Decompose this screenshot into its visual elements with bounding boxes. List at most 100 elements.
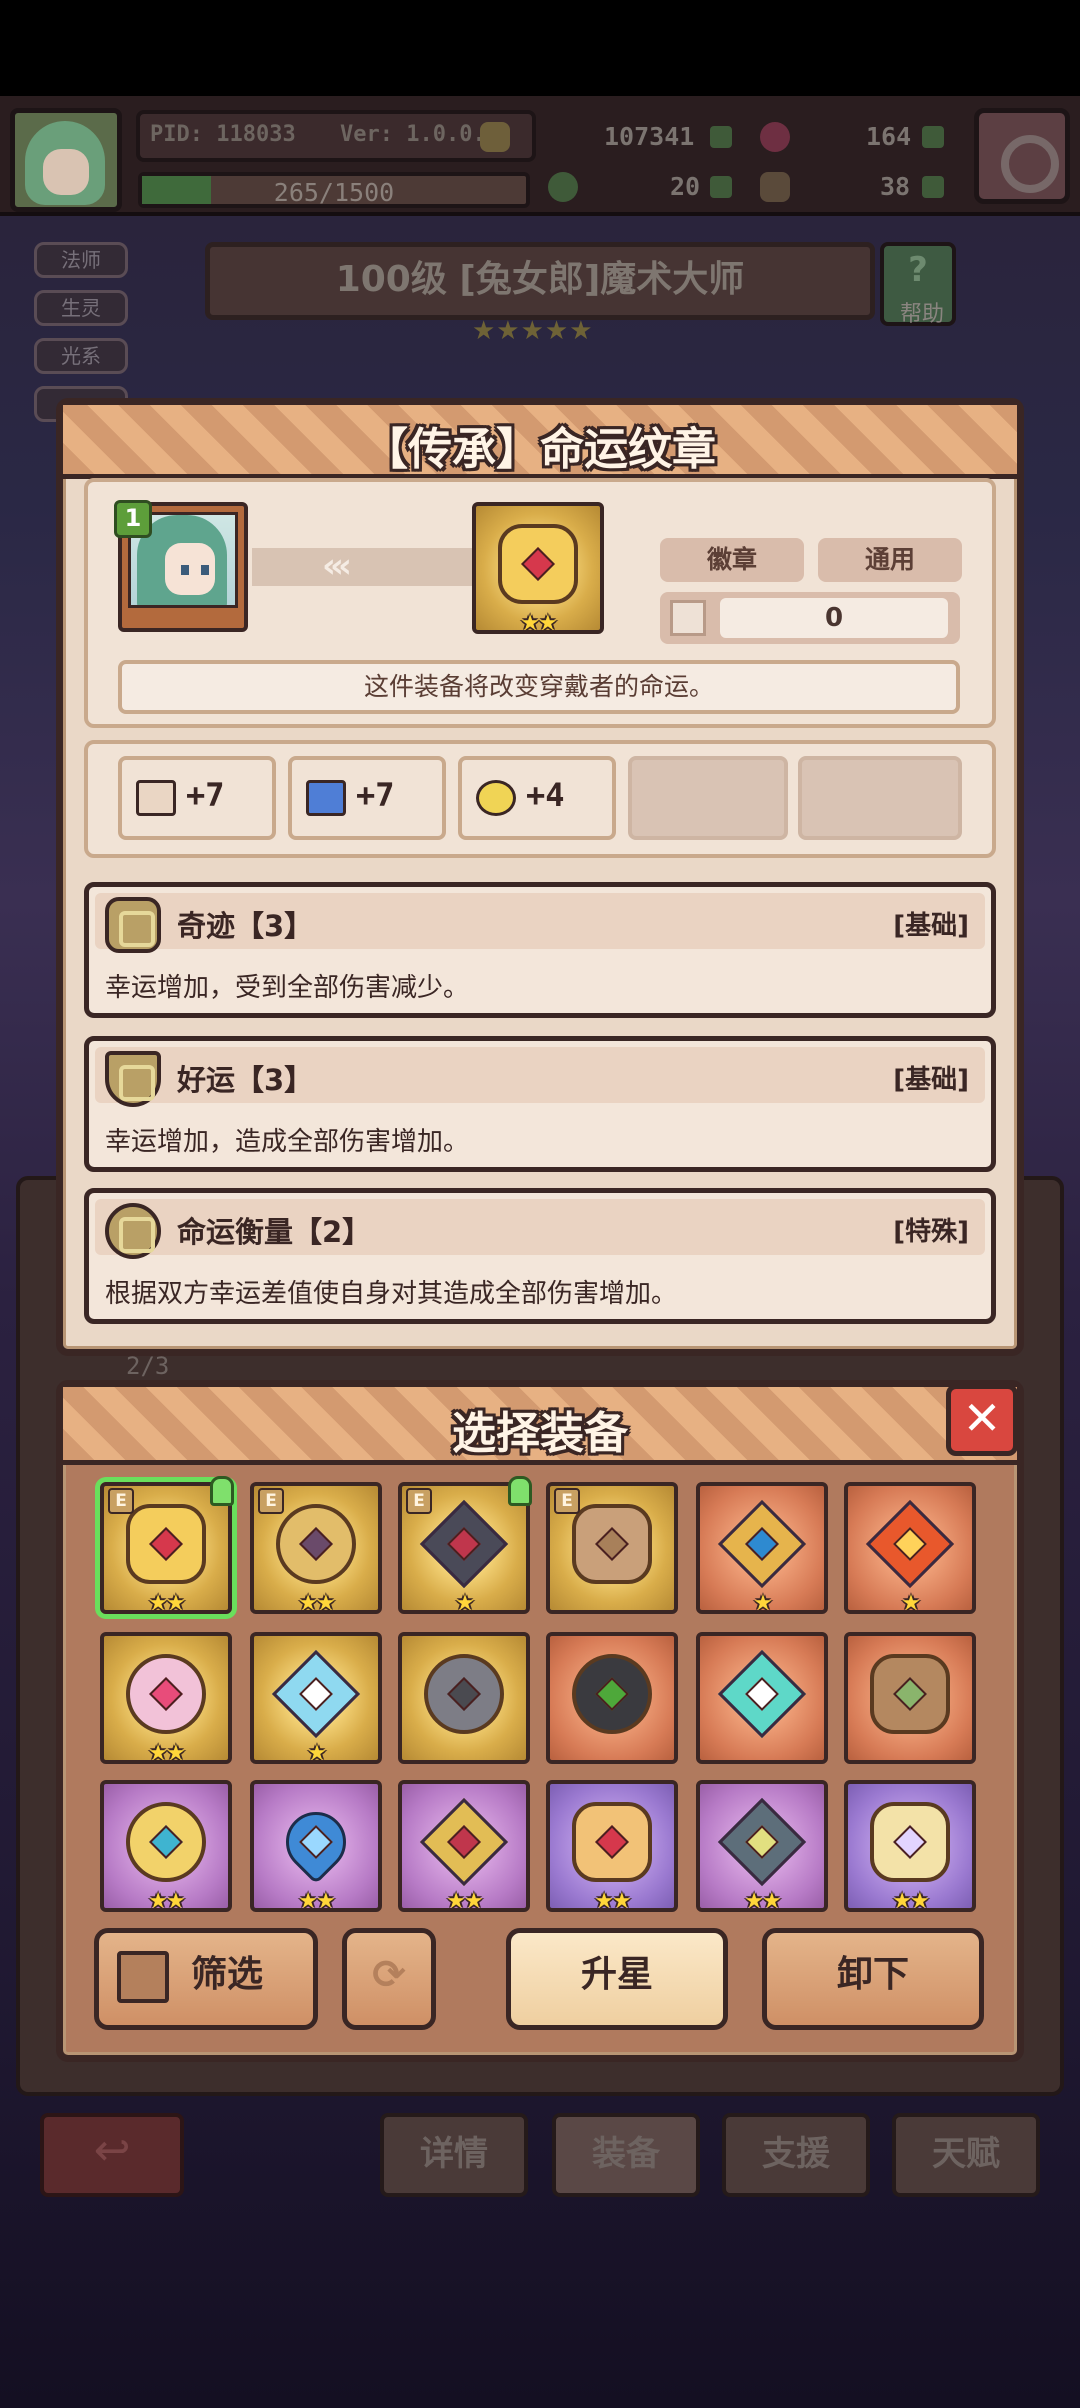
equipment-slot-aqua-diamond-emblem[interactable] — [696, 1632, 828, 1764]
equipment-slot-fate-emblem[interactable]: E ★★ — [100, 1476, 234, 1616]
item-stars: ★★ — [148, 1591, 185, 1616]
fate-emblem-icon — [126, 1504, 206, 1584]
add-key-icon[interactable] — [922, 176, 944, 198]
equipment-slot-jeweled-cross-emblem[interactable]: ★ — [696, 1482, 828, 1616]
item-stars: ★★ — [148, 1889, 185, 1914]
earth-pot-emblem-icon — [870, 1654, 950, 1734]
clover-count: 20 — [670, 172, 701, 201]
refresh-button[interactable]: ⟳ — [342, 1928, 436, 2030]
skill-name-3: 命运衡量【2】 — [177, 1215, 372, 1249]
skill-text-1: 幸运增加，受到全部伤害减少。 — [105, 973, 470, 1003]
lock-icon — [210, 1476, 234, 1506]
player-avatar[interactable] — [10, 108, 122, 212]
legacy-item-stars: ★★ — [520, 611, 557, 636]
equipment-slot-dark-ring-emblem[interactable] — [546, 1632, 678, 1764]
equipment-slot-blue-heart-emblem[interactable]: ★★ — [250, 1780, 382, 1914]
tab-talent[interactable]: 天赋 — [892, 2113, 1040, 2197]
equipment-slot-earth-pot-emblem[interactable] — [844, 1632, 976, 1764]
ruby-flower-emblem-icon — [572, 1802, 652, 1882]
stat-box-3: +4 — [458, 756, 616, 840]
stamina-bar: 265/1500 — [138, 172, 530, 208]
key-count: 38 — [880, 172, 911, 201]
ice-crystal-emblem-icon — [271, 1649, 361, 1739]
equipment-slot-royal-cross-emblem[interactable]: ★★ — [398, 1780, 530, 1914]
fortune-shield-icon — [105, 1051, 161, 1107]
item-stars: ★★ — [298, 1591, 335, 1616]
page-indicator: 2/3 — [126, 1352, 170, 1380]
blue-heart-emblem-icon — [273, 1799, 359, 1885]
gem-icon — [760, 122, 790, 152]
element-tag: 光系 — [34, 338, 128, 374]
spiral-shell-emblem-icon — [572, 1504, 652, 1584]
character-stars: ★★★★★ — [472, 316, 594, 346]
heart-bow-emblem-icon — [126, 1654, 206, 1734]
skill-kind-1: [基础] — [893, 911, 969, 941]
equipment-slot-dark-crest-emblem[interactable]: E ★ — [398, 1476, 532, 1616]
help-question-icon: ? — [908, 250, 928, 290]
legacy-item-slot[interactable]: ★★ — [472, 502, 604, 636]
equipment-slot-heart-bow-emblem[interactable]: ★★ — [100, 1632, 232, 1766]
filter-button[interactable]: 筛选 — [94, 1928, 318, 2030]
equipment-slot-ice-crystal-emblem[interactable]: ★ — [250, 1632, 382, 1766]
equipped-tag: E — [406, 1488, 432, 1514]
stat-value-1: +7 — [186, 776, 225, 814]
close-button[interactable] — [946, 1384, 1018, 1456]
stat-box-1: +7 — [118, 756, 276, 840]
skill-card-1: 奇迹【3】 [基础] 幸运增加，受到全部伤害减少。 — [84, 882, 996, 1018]
skill-kind-3: [特殊] — [893, 1217, 969, 1247]
jeweled-cross-emblem-icon — [717, 1499, 807, 1589]
book-icon — [136, 780, 176, 816]
item-category-tag: 徽章 — [660, 538, 804, 582]
equipment-slot-sun-eye-emblem[interactable]: E ★★ — [250, 1482, 382, 1616]
tab-details[interactable]: 详情 — [380, 2113, 528, 2197]
item-stars: ★ — [901, 1591, 921, 1616]
item-stars: ★★ — [446, 1889, 483, 1914]
unequip-button[interactable]: 卸下 — [762, 1928, 984, 2030]
stat-box-empty-2 — [798, 756, 962, 840]
upgrade-star-button[interactable]: 升星 — [506, 1928, 728, 2030]
equipped-tag: E — [554, 1488, 580, 1514]
item-stars: ★★ — [148, 1741, 185, 1766]
add-gold-icon[interactable] — [710, 126, 732, 148]
tab-support[interactable]: 支援 — [722, 2113, 870, 2197]
skill-card-2: 好运【3】 [基础] 幸运增加，造成全部伤害增加。 — [84, 1036, 996, 1172]
clover-icon — [548, 172, 578, 202]
stone-emblem-icon — [424, 1654, 504, 1734]
stack-icon — [670, 600, 706, 636]
item-detail-title: 【传承】命运纹章 — [364, 424, 716, 475]
player-info-pill: PID: 118033 Ver: 1.0.0.8 — [136, 110, 536, 162]
hero-level-badge: 1 — [114, 500, 152, 538]
equipment-slot-fire-gem-emblem[interactable]: ★ — [844, 1482, 976, 1616]
item-stars: ★★ — [594, 1889, 631, 1914]
add-clover-icon[interactable] — [710, 176, 732, 198]
equipment-slot-star-compass-emblem[interactable]: ★★ — [696, 1780, 828, 1914]
luck-icon — [476, 780, 516, 816]
settings-gear-icon[interactable] — [974, 108, 1070, 204]
stat-box-2: +7 — [288, 756, 446, 840]
fate-balance-icon — [105, 1203, 161, 1259]
back-button[interactable] — [40, 2113, 184, 2197]
help-button[interactable]: ? 帮助 — [880, 242, 956, 327]
refresh-icon: ⟳ — [372, 1952, 406, 1998]
dark-ring-emblem-icon — [572, 1654, 652, 1734]
aqua-diamond-emblem-icon — [717, 1649, 807, 1739]
royal-cross-emblem-icon — [419, 1797, 509, 1887]
add-gem-icon[interactable] — [922, 126, 944, 148]
item-stars: ★ — [455, 1591, 475, 1616]
skill-card-3: 命运衡量【2】 [特殊] 根据双方幸运差值使自身对其造成全部伤害增加。 — [84, 1188, 996, 1324]
pearl-star-emblem-icon — [870, 1802, 950, 1882]
tab-equipment[interactable]: 装备 — [552, 2113, 700, 2197]
equipment-slot-gold-medal-emblem[interactable]: ★★ — [100, 1780, 232, 1914]
equipment-slot-spiral-shell-emblem[interactable]: E — [546, 1482, 678, 1614]
select-equipment-titlebar: 选择装备 — [63, 1387, 1017, 1465]
player-id: PID: 118033 — [150, 122, 296, 147]
game-screen: PID: 118033 Ver: 1.0.0.8 107341 164 265/… — [0, 0, 1080, 2408]
equipped-tag: E — [108, 1488, 134, 1514]
equipment-slot-stone-emblem[interactable] — [398, 1632, 530, 1764]
gold-medal-emblem-icon — [126, 1802, 206, 1882]
stat-value-2: +7 — [356, 776, 395, 814]
equipment-slot-ruby-flower-emblem[interactable]: ★★ — [546, 1780, 678, 1914]
equipment-slot-pearl-star-emblem[interactable]: ★★ — [844, 1780, 976, 1914]
item-usage-tag: 通用 — [818, 538, 962, 582]
skill-text-3: 根据双方幸运差值使自身对其造成全部伤害增加。 — [105, 1279, 678, 1309]
